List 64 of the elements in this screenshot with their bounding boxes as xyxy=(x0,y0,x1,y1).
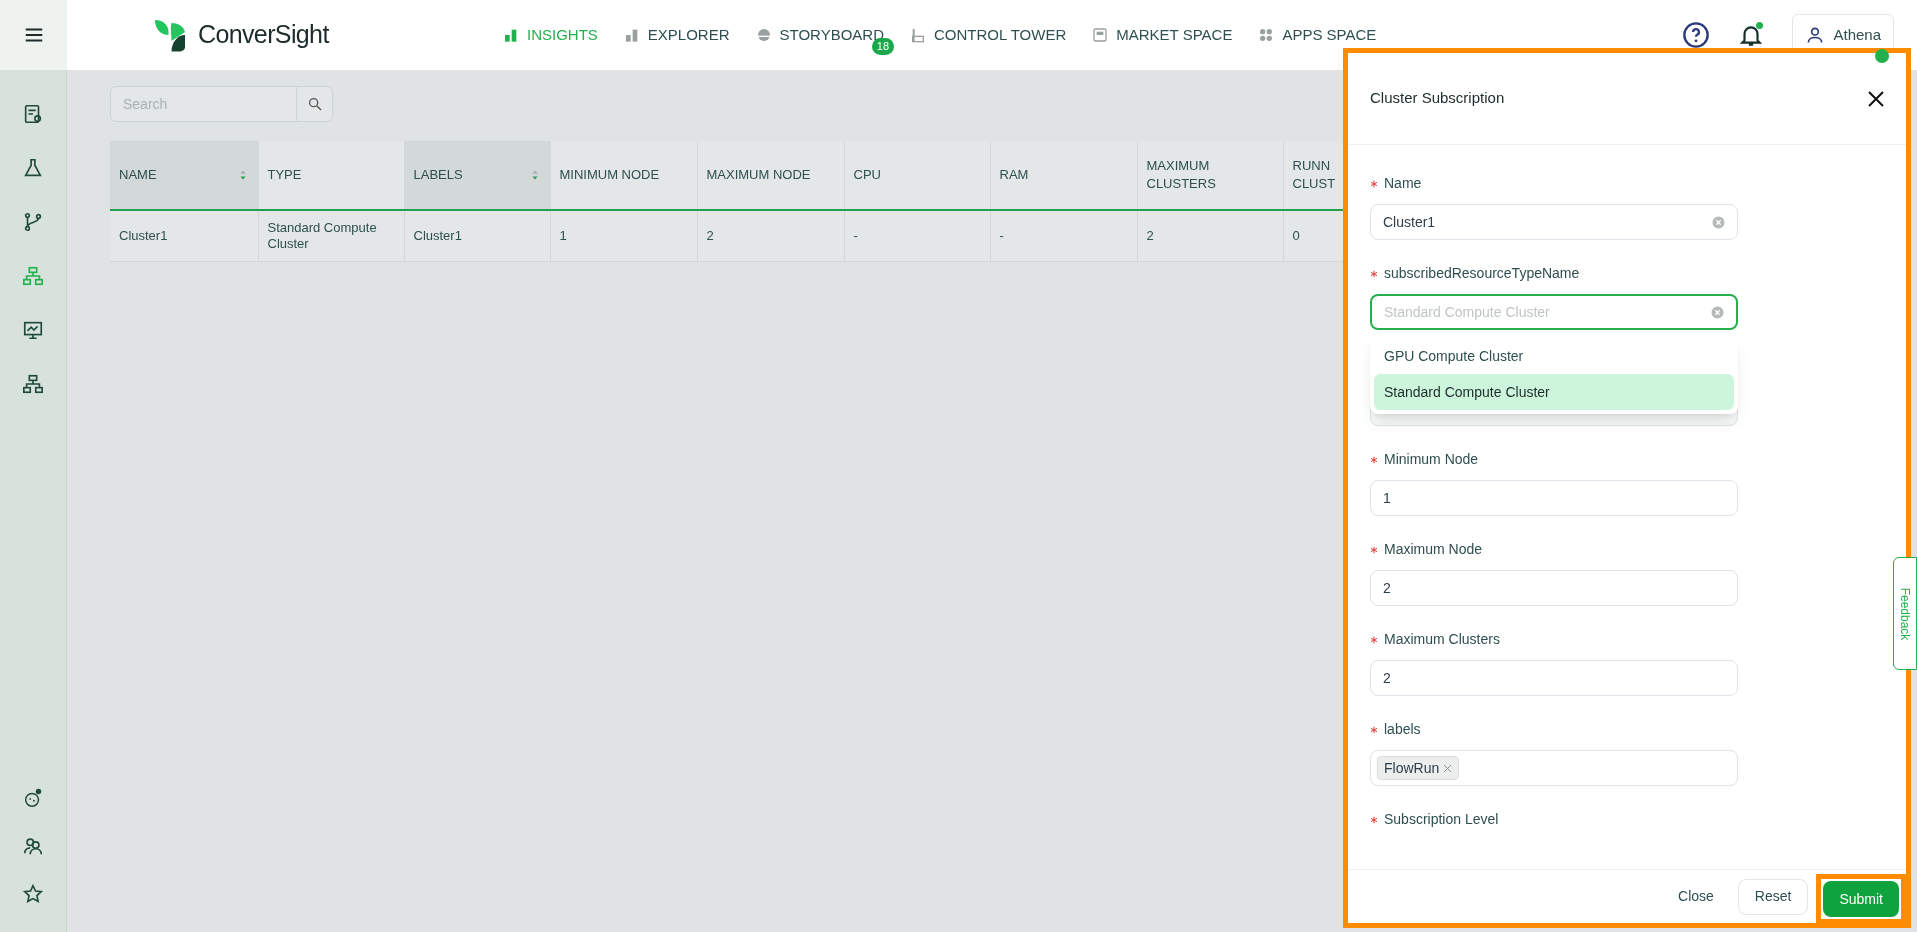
field-label: Maximum Clusters xyxy=(1384,630,1500,649)
column-header: MAXIMUM CLUSTERS xyxy=(1137,141,1283,210)
input-field[interactable]: Cluster1 xyxy=(1370,204,1738,240)
table-cell: 1 xyxy=(550,210,697,261)
column-header[interactable]: NAME xyxy=(110,141,258,210)
table-cell: 2 xyxy=(1137,210,1283,261)
report-icon xyxy=(22,103,44,125)
search-field[interactable]: Search xyxy=(110,86,297,122)
help-button[interactable] xyxy=(1682,21,1711,49)
gauge-icon xyxy=(755,27,772,43)
table-cell: Standard Compute Cluster xyxy=(258,210,404,261)
column-header: MAXIMUM NODE xyxy=(697,141,844,210)
field-label: labels xyxy=(1384,720,1421,739)
nav-tab[interactable]: EXPLORER xyxy=(623,23,730,47)
star-icon xyxy=(22,883,44,905)
table-cell: - xyxy=(844,210,990,261)
logo-text: ConverSight xyxy=(198,19,329,51)
column-header[interactable]: LABELS xyxy=(404,141,550,210)
remove-icon xyxy=(1443,763,1453,773)
store-icon xyxy=(1092,27,1109,43)
table-cell: Cluster1 xyxy=(110,210,258,261)
input-field[interactable]: 2 xyxy=(1370,660,1738,696)
close-button[interactable]: Close xyxy=(1662,878,1730,915)
field-label: Subscription Level xyxy=(1384,810,1499,829)
menu-button[interactable] xyxy=(0,0,67,70)
search-icon xyxy=(306,96,323,112)
search-button[interactable] xyxy=(297,86,333,122)
flask-icon xyxy=(22,157,44,179)
nav-tab[interactable]: CONTROL TOWER xyxy=(910,23,1067,47)
help-icon xyxy=(1682,21,1711,49)
grid-icon xyxy=(1258,27,1275,43)
field-label: Maximum Node xyxy=(1384,540,1483,559)
presentation-icon xyxy=(22,319,44,341)
feedback-label: Feedback xyxy=(1897,587,1913,640)
notifications-button[interactable] xyxy=(1738,22,1765,48)
table-cell: - xyxy=(990,210,1137,261)
factory-icon xyxy=(910,27,927,43)
nav-tab[interactable]: MARKET SPACE xyxy=(1092,23,1233,47)
bar-chart-icon xyxy=(503,27,519,43)
column-header: MINIMUM NODE xyxy=(550,141,697,210)
table-cell: Cluster1 xyxy=(404,210,550,261)
bot-icon xyxy=(22,787,44,809)
branch-icon xyxy=(22,211,44,233)
column-header: RUNN CLUST xyxy=(1283,141,1345,210)
column-header: TYPE xyxy=(258,141,404,210)
tag-chip: FlowRun xyxy=(1377,756,1460,780)
reset-button[interactable]: Reset xyxy=(1737,878,1809,915)
field-label: subscribedResourceTypeName xyxy=(1384,264,1580,283)
bar-chart-icon xyxy=(623,27,640,43)
field-label: Minimum Node xyxy=(1384,450,1479,469)
input-field[interactable]: 2 xyxy=(1370,570,1738,606)
hierarchy-icon xyxy=(22,373,44,395)
dropdown-option[interactable]: Standard Compute Cluster xyxy=(1374,374,1734,410)
column-header: RAM xyxy=(990,141,1137,210)
tags-field[interactable]: FlowRun xyxy=(1370,750,1738,786)
input-field[interactable]: 1 xyxy=(1370,480,1738,516)
table-cell: 2 xyxy=(697,210,844,261)
dropdown-option[interactable]: GPU Compute Cluster xyxy=(1374,338,1734,374)
column-header: CPU xyxy=(844,141,990,210)
nav-tab[interactable]: APPS SPACE xyxy=(1258,23,1377,47)
users-icon xyxy=(22,835,44,857)
drawer-title: Cluster Subscription xyxy=(1370,88,1505,109)
field-label: Name xyxy=(1384,174,1422,193)
hierarchy-icon xyxy=(22,265,44,287)
